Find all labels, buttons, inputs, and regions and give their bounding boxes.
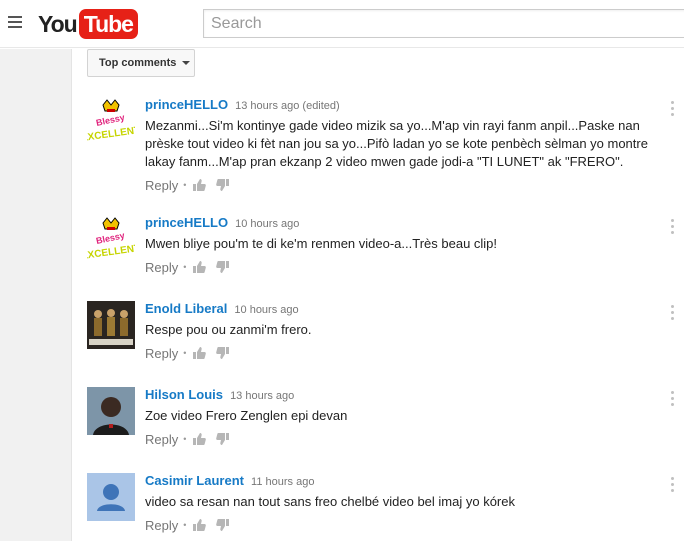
more-options-icon[interactable] (671, 305, 675, 321)
group-photo-icon (87, 301, 135, 349)
sort-comments-dropdown[interactable]: Top comments (87, 49, 195, 77)
comment-actions: Reply • (145, 431, 665, 447)
left-gutter (0, 49, 72, 541)
comment-item: Blessy EXCELLENT princeHELLO 10 hours ag… (87, 215, 684, 275)
reply-button[interactable]: Reply (145, 432, 178, 447)
avatar[interactable] (87, 301, 135, 349)
comment-time[interactable]: 13 hours ago (edited) (235, 100, 340, 112)
search-input[interactable] (203, 9, 684, 38)
hamburger-menu-icon[interactable] (8, 16, 22, 29)
youtube-logo[interactable]: You Tube (38, 9, 138, 39)
thumbs-up-icon[interactable] (192, 346, 207, 360)
thumbs-up-icon[interactable] (192, 432, 207, 446)
separator-dot: • (183, 180, 187, 190)
avatar[interactable]: Blessy EXCELLENT (87, 97, 135, 145)
thumbs-down-icon[interactable] (216, 518, 230, 532)
comment-body: princeHELLO 13 hours ago (edited) Mezanm… (145, 97, 665, 193)
crown-icon: Blessy EXCELLENT (87, 217, 135, 262)
comment-actions: Reply • (145, 177, 665, 193)
logo-you-text: You (38, 10, 78, 37)
comment-item: Hilson Louis 13 hours ago Zoe video Frer… (87, 387, 684, 447)
comment-author-link[interactable]: Casimir Laurent (145, 473, 244, 488)
thumbs-up-icon[interactable] (192, 260, 207, 274)
thumbs-down-icon[interactable] (216, 432, 230, 446)
comment-time[interactable]: 10 hours ago (235, 218, 299, 230)
svg-text:EXCELLENT: EXCELLENT (87, 243, 135, 262)
comment-body: Hilson Louis 13 hours ago Zoe video Frer… (145, 387, 665, 447)
comment-text: Mwen bliye pou'm te di ke'm renmen video… (145, 236, 498, 251)
svg-text:Blessy: Blessy (95, 230, 125, 246)
separator-dot: • (183, 434, 187, 444)
comment-text: video sa resan nan tout sans freo chelbé… (145, 494, 515, 509)
comment-time[interactable]: 10 hours ago (234, 304, 298, 316)
logo-tube-text: Tube (78, 9, 138, 39)
reply-button[interactable]: Reply (145, 260, 178, 275)
reply-button[interactable]: Reply (145, 178, 178, 193)
comment-body: Enold Liberal 10 hours ago Respe pou ou … (145, 301, 665, 361)
avatar[interactable] (87, 387, 135, 435)
separator-dot: • (183, 520, 187, 530)
comment-item: Casimir Laurent 11 hours ago video sa re… (87, 473, 684, 533)
reply-button[interactable]: Reply (145, 518, 178, 533)
thumbs-down-icon[interactable] (216, 178, 230, 192)
crown-icon: Blessy EXCELLENT (87, 99, 135, 144)
more-options-icon[interactable] (671, 477, 675, 493)
person-photo-icon (87, 387, 135, 435)
svg-text:EXCELLENT: EXCELLENT (87, 125, 135, 144)
comment-author-link[interactable]: princeHELLO (145, 215, 228, 230)
comment-text: Mezanmi...Si'm kontinye gade video mizik… (145, 118, 648, 169)
comment-item: Enold Liberal 10 hours ago Respe pou ou … (87, 301, 684, 361)
chevron-down-icon (182, 61, 191, 65)
thumbs-up-icon[interactable] (192, 518, 207, 532)
comment-actions: Reply • (145, 517, 665, 533)
comment-item: Blessy EXCELLENT princeHELLO 13 hours ag… (87, 97, 684, 193)
comment-actions: Reply • (145, 259, 665, 275)
comment-time[interactable]: 13 hours ago (230, 390, 294, 402)
comment-body: princeHELLO 10 hours ago Mwen bliye pou'… (145, 215, 665, 275)
thumbs-up-icon[interactable] (192, 178, 207, 192)
avatar[interactable]: Blessy EXCELLENT (87, 215, 135, 263)
more-options-icon[interactable] (671, 101, 675, 117)
comment-time[interactable]: 11 hours ago (251, 476, 314, 488)
masthead: You Tube (0, 0, 684, 48)
separator-dot: • (183, 262, 187, 272)
thumbs-down-icon[interactable] (216, 346, 230, 360)
comment-text: Zoe video Frero Zenglen epi devan (145, 408, 348, 423)
sort-label: Top comments (99, 57, 177, 69)
reply-button[interactable]: Reply (145, 346, 178, 361)
comment-text: Respe pou ou zanmi'm frero. (145, 322, 312, 337)
separator-dot: • (183, 348, 187, 358)
avatar[interactable] (87, 473, 135, 521)
comment-author-link[interactable]: Hilson Louis (145, 387, 223, 402)
svg-text:Blessy: Blessy (95, 112, 125, 128)
thumbs-down-icon[interactable] (216, 260, 230, 274)
more-options-icon[interactable] (671, 391, 675, 407)
comment-author-link[interactable]: Enold Liberal (145, 301, 227, 316)
more-options-icon[interactable] (671, 219, 675, 235)
default-user-icon (87, 473, 135, 521)
comment-actions: Reply • (145, 345, 665, 361)
comment-author-link[interactable]: princeHELLO (145, 97, 228, 112)
comment-body: Casimir Laurent 11 hours ago video sa re… (145, 473, 665, 533)
